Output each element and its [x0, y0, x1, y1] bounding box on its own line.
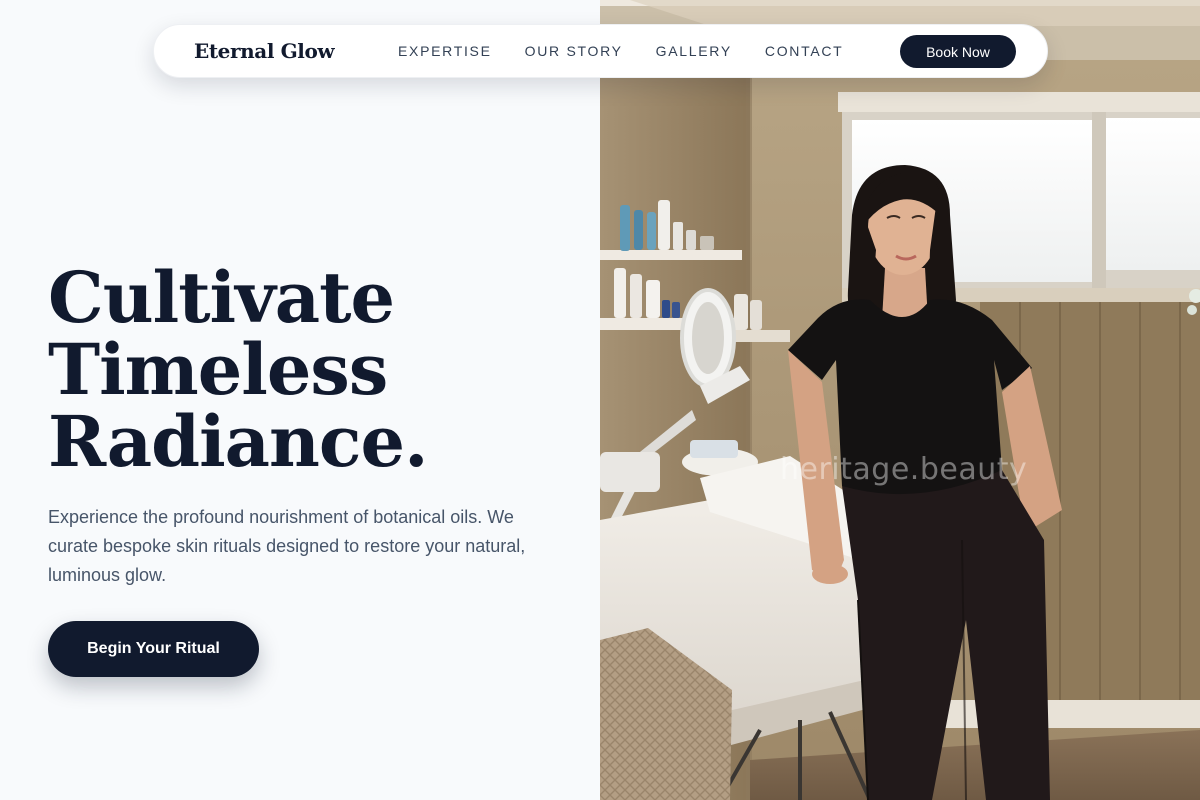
- hero-title-line-3: Radiance.: [48, 400, 428, 483]
- hero-title: Cultivate Timeless Radiance.: [48, 256, 428, 483]
- navbar: Eternal Glow EXPERTISE OUR STORY GALLERY…: [153, 24, 1048, 78]
- book-now-button[interactable]: Book Now: [900, 35, 1016, 68]
- begin-ritual-button[interactable]: Begin Your Ritual: [48, 621, 259, 677]
- treatment-room-photo: [600, 0, 1200, 800]
- nav-link-gallery[interactable]: GALLERY: [656, 43, 732, 59]
- brand-logo[interactable]: Eternal Glow: [194, 39, 335, 63]
- hero-title-line-2: Timeless: [48, 328, 388, 411]
- hero-section: Cultivate Timeless Radiance. Experience …: [0, 0, 600, 800]
- photo-watermark: heritage.beauty: [780, 452, 1028, 487]
- hero-photo: heritage.beauty: [600, 0, 1200, 800]
- nav-link-contact[interactable]: CONTACT: [765, 43, 844, 59]
- nav-links: EXPERTISE OUR STORY GALLERY CONTACT: [398, 43, 876, 59]
- nav-link-expertise[interactable]: EXPERTISE: [398, 43, 492, 59]
- hero-description: Experience the profound nourishment of b…: [48, 507, 526, 585]
- landing-page: Cultivate Timeless Radiance. Experience …: [0, 0, 1200, 800]
- hero-title-line-1: Cultivate: [48, 256, 395, 339]
- nav-link-our-story[interactable]: OUR STORY: [525, 43, 623, 59]
